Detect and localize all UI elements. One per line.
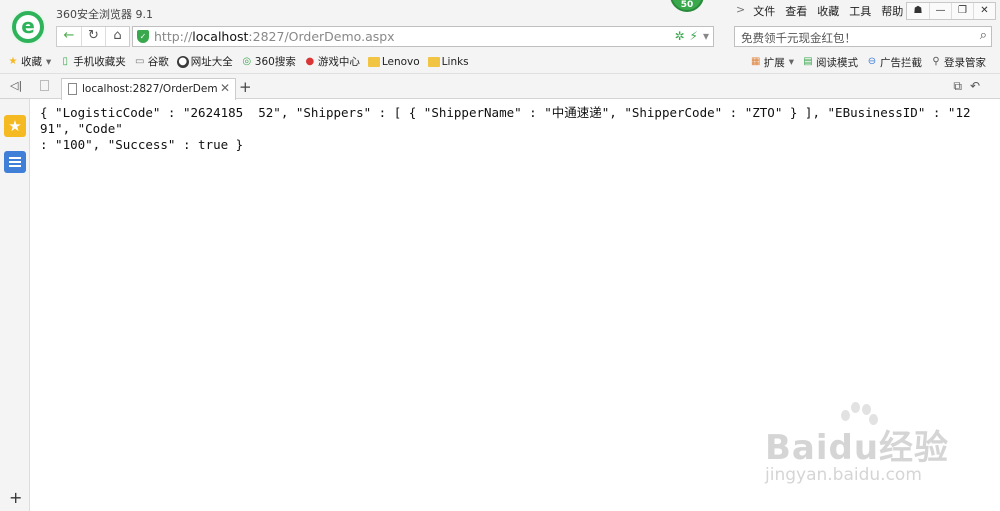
bookmark-games[interactable]: ● 游戏中心 [304, 54, 359, 69]
top-menu: > 文件 查看 收藏 工具 帮助 [736, 3, 913, 19]
tab-bar: ◁| localhost:2827/OrderDemo.aspx ✕ + ⧉ ↶ [0, 74, 1000, 100]
search-box[interactable]: 免费领千元现金红包！ ⌕ [734, 26, 992, 47]
paw-icon [837, 402, 878, 432]
search-icon[interactable]: ⌕ [980, 28, 987, 43]
bookmark-links[interactable]: Links [427, 56, 469, 68]
bookmark-google[interactable]: ▭ 谷歌 [134, 54, 169, 69]
bookmark-360search[interactable]: ◎ 360搜索 [241, 54, 295, 69]
lightning-icon[interactable]: ⚡ [690, 29, 698, 43]
browser-window: 360安全浏览器 9.1 50 > 文件 查看 收藏 工具 帮助 ☗ — ❐ ✕… [0, 0, 1000, 511]
folder-icon [367, 56, 380, 67]
score-badge[interactable]: 50 [670, 0, 704, 12]
menu-file[interactable]: 文件 [753, 3, 775, 19]
minimize-button[interactable]: — [929, 3, 951, 19]
grid-icon: ▦ [750, 56, 761, 67]
bookmark-favorites[interactable]: ★ 收藏 ▾ [7, 54, 52, 69]
undo-close-icon[interactable]: ↶ [970, 79, 980, 94]
login-manager-button[interactable]: ⚲ 登录管家 [930, 55, 986, 70]
search-placeholder: 免费领千元现金红包！ [741, 31, 856, 45]
bookmark-lenovo[interactable]: Lenovo [367, 56, 420, 68]
address-icons: ✲ ⚡ ▾ [674, 29, 709, 43]
back-icon[interactable]: ← [57, 27, 81, 46]
address-url[interactable]: http://localhost:2827/OrderDemo.aspx [154, 29, 395, 44]
menu-view[interactable]: 查看 [785, 3, 807, 19]
watermark-sub: jingyan.baidu.com [765, 465, 922, 485]
key-icon: ⚲ [932, 56, 940, 67]
new-tab-button[interactable]: + [239, 78, 252, 96]
bookmark-directory[interactable]: ● 网址大全 [176, 54, 233, 69]
maximize-button[interactable]: ❐ [951, 3, 973, 19]
nav-buttons: ← ↻ ⌂ [56, 26, 130, 47]
restore-tabs-icon[interactable]: ⧉ [953, 79, 962, 94]
baidu-watermark: Baidu经验 jingyan.baidu.com [765, 402, 949, 485]
tab-label: localhost:2827/OrderDemo.aspx [82, 83, 217, 95]
skin-icon[interactable]: ☗ [907, 3, 929, 19]
menu-help[interactable]: 帮助 [881, 3, 903, 19]
e-logo-icon: e [16, 15, 40, 39]
chevron-down-icon[interactable]: ▾ [46, 56, 51, 68]
close-tab-icon[interactable]: ✕ [220, 81, 230, 95]
phone-icon: ▯ [62, 55, 69, 67]
favorites-star-icon[interactable]: ★ [4, 115, 26, 137]
close-button[interactable]: ✕ [973, 3, 995, 19]
add-icon[interactable]: + [9, 488, 22, 507]
chevron-right-icon[interactable]: > [736, 3, 745, 19]
bookmarks-bar: ★ 收藏 ▾ ▯ 手机收藏夹 ▭ 谷歌 ● 网址大全 ◎ 360搜索 ● 游戏中心 Lenov… [0, 50, 1000, 74]
menu-tools[interactable]: 工具 [849, 3, 871, 19]
tab-orderdemo[interactable]: localhost:2827/OrderDemo.aspx ✕ [61, 78, 236, 100]
collapse-sidebar-icon[interactable]: ◁| [10, 79, 22, 92]
bookmarks-right: ▦ 扩展 ▾ ▤ 阅读模式 ⊖ 广告拦截 ⚲ 登录管家 [750, 50, 994, 74]
page-icon: ▭ [135, 55, 145, 67]
home-icon[interactable]: ⌂ [105, 27, 129, 46]
star-icon: ★ [8, 55, 18, 67]
window-controls: ☗ — ❐ ✕ [906, 2, 996, 20]
document-icon [68, 83, 77, 95]
tab-right-tools: ⧉ ↶ [953, 79, 980, 94]
address-bar[interactable]: ✓ http://localhost:2827/OrderDemo.aspx ✲… [132, 26, 714, 47]
book-icon: ▤ [803, 56, 813, 67]
engine-icon[interactable]: ✲ [674, 29, 684, 43]
dropdown-icon[interactable]: ▾ [703, 29, 709, 43]
page-icon[interactable] [40, 80, 49, 91]
app-title: 360安全浏览器 9.1 [56, 8, 153, 21]
chevron-down-icon[interactable]: ▾ [789, 56, 794, 68]
menu-favorites[interactable]: 收藏 [817, 3, 839, 19]
shield-icon: ✓ [137, 30, 149, 43]
browser-logo[interactable]: e [10, 9, 46, 45]
block-icon: ⊖ [867, 56, 877, 67]
navigation-bar: ← ↻ ⌂ ✓ http://localhost:2827/OrderDemo.… [0, 26, 1000, 50]
reading-mode-button[interactable]: ▤ 阅读模式 [802, 55, 858, 70]
game-icon: ● [305, 55, 315, 67]
search-circle-icon: ◎ [242, 55, 252, 67]
title-bar: 360安全浏览器 9.1 50 > 文件 查看 收藏 工具 帮助 ☗ — ❐ ✕ [0, 0, 1000, 26]
page-content: { "LogisticCode" : "2624185 52", "Shippe… [40, 105, 992, 153]
bookmark-mobile[interactable]: ▯ 手机收藏夹 [59, 54, 126, 69]
json-line-1: { "LogisticCode" : "2624185 52", "Shippe… [40, 105, 986, 136]
folder-icon [427, 56, 440, 67]
globe-icon: ● [176, 55, 189, 68]
refresh-icon[interactable]: ↻ [81, 27, 105, 46]
sidebar: ★ + [0, 99, 30, 511]
extensions-button[interactable]: ▦ 扩展 ▾ [750, 55, 794, 70]
json-line-2: : "100", "Success" : true } [40, 137, 244, 152]
notes-icon[interactable] [4, 151, 26, 173]
adblock-button[interactable]: ⊖ 广告拦截 [866, 55, 922, 70]
